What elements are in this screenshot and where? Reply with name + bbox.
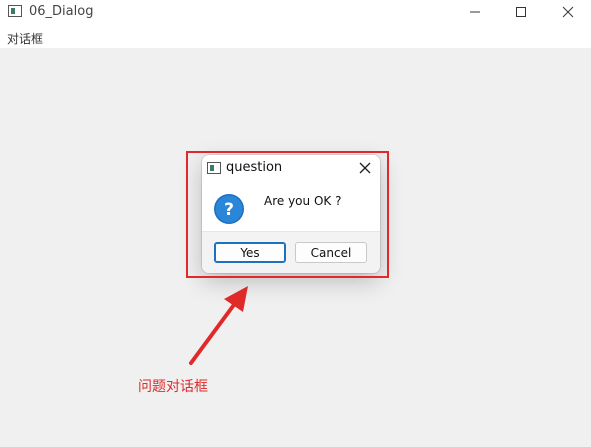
annotation-arrow [189, 286, 248, 365]
annotation-label: 问题对话框 [138, 379, 208, 395]
